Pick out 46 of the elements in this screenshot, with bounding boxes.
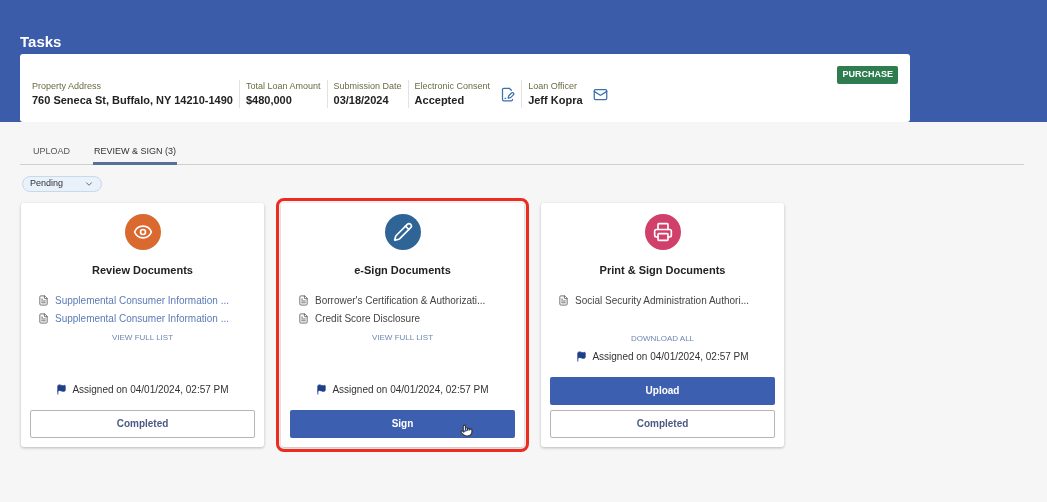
flag-icon xyxy=(316,383,328,395)
document-link[interactable]: Supplemental Consumer Information ... xyxy=(55,311,229,326)
outline-button[interactable]: Completed xyxy=(30,409,255,438)
document-icon xyxy=(298,295,309,306)
signed-document-icon[interactable] xyxy=(500,86,516,102)
page-title: Tasks xyxy=(20,32,62,52)
assigned-date: Assigned on 04/01/2024, 02:57 PM xyxy=(332,382,489,397)
field-value: 03/18/2024 xyxy=(333,93,390,108)
field-value: 760 Seneca St, Buffalo, NY 14210-1490 xyxy=(32,93,233,108)
field-value: Jeff Kopra xyxy=(528,93,583,108)
document-icon xyxy=(298,313,309,324)
field-label: Property Address xyxy=(32,80,103,92)
tab[interactable]: UPLOAD xyxy=(32,145,71,165)
document-link[interactable]: Social Security Administration Authori... xyxy=(575,293,749,308)
card-title: Review Documents xyxy=(92,262,193,278)
outline-button[interactable]: Completed xyxy=(550,409,775,438)
field-label: Submission Date xyxy=(333,80,402,92)
field-label: Electronic Consent xyxy=(414,80,491,92)
assigned-date: Assigned on 04/01/2024, 02:57 PM xyxy=(592,349,749,364)
primary-button[interactable]: Upload xyxy=(550,376,775,405)
mail-icon[interactable] xyxy=(592,86,608,102)
document-link[interactable]: Supplemental Consumer Information ... xyxy=(55,293,229,308)
primary-button[interactable]: Sign xyxy=(290,409,515,438)
download-all-link[interactable]: DOWNLOAD ALL xyxy=(630,333,695,345)
document-icon xyxy=(38,295,49,306)
pencil-icon xyxy=(392,221,413,242)
card-title: Print & Sign Documents xyxy=(599,262,726,278)
view-full-list-link[interactable]: VIEW FULL LIST xyxy=(371,332,434,344)
field-label: Loan Officer xyxy=(528,80,578,92)
flag-icon xyxy=(56,383,68,395)
document-icon xyxy=(558,295,569,306)
purchase-badge: PURCHASE xyxy=(837,66,898,84)
flag-icon xyxy=(576,350,588,362)
field-value: $480,000 xyxy=(245,93,293,108)
view-full-list-link[interactable]: VIEW FULL LIST xyxy=(111,332,174,344)
status-dropdown[interactable]: Pending xyxy=(22,175,102,192)
field-value: Accepted xyxy=(414,93,466,108)
printer-icon xyxy=(652,221,673,242)
pointer-cursor-icon xyxy=(460,423,473,437)
assigned-date: Assigned on 04/01/2024, 02:57 PM xyxy=(72,382,229,397)
document-link[interactable]: Borrower's Certification & Authorizati... xyxy=(315,293,486,308)
tab[interactable]: REVIEW & SIGN (3) xyxy=(93,145,178,165)
document-link[interactable]: Credit Score Disclosure xyxy=(315,311,421,326)
document-icon xyxy=(38,313,49,324)
card-title: e-Sign Documents xyxy=(354,262,451,278)
field-label: Total Loan Amount xyxy=(245,80,321,92)
